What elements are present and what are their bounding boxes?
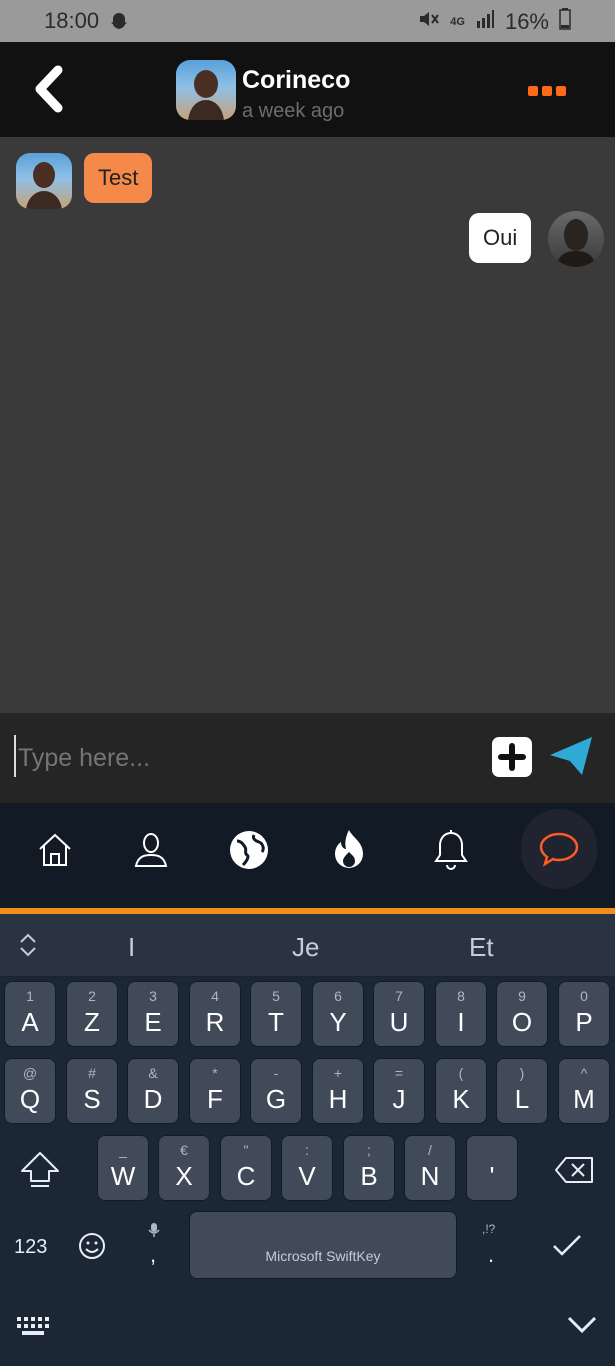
key-i[interactable]: 8I <box>435 981 487 1047</box>
suggestion-2[interactable]: Je <box>292 932 319 963</box>
nav-chat[interactable] <box>534 825 584 875</box>
space-key[interactable]: Microsoft SwiftKey <box>189 1211 457 1279</box>
plus-square-icon <box>498 743 526 771</box>
key-s[interactable]: # S <box>66 1058 118 1124</box>
suggestion-bar: I Je Et <box>0 914 615 977</box>
nav-profile[interactable] <box>126 825 176 875</box>
key-d[interactable]: & D <box>127 1058 179 1124</box>
check-icon <box>553 1235 581 1256</box>
message-input[interactable] <box>16 735 480 781</box>
contact-name: Corineco <box>242 66 351 94</box>
key-k[interactable]: (K <box>435 1058 487 1124</box>
send-button[interactable] <box>548 733 594 779</box>
status-time: 18:00 <box>44 8 100 33</box>
key-a[interactable]: 1A <box>4 981 56 1047</box>
key-x[interactable]: € X <box>158 1135 210 1201</box>
key-apostrophe[interactable]: ' <box>466 1135 518 1201</box>
key-t[interactable]: 5T <box>250 981 302 1047</box>
snapchat-icon <box>108 11 130 39</box>
shift-key[interactable] <box>14 1145 66 1195</box>
battery-text: 16% <box>504 9 549 34</box>
globe-icon <box>230 831 268 869</box>
key-z[interactable]: 2Z <box>66 981 118 1047</box>
signal-icon <box>475 9 495 35</box>
nav-hot[interactable] <box>324 825 374 875</box>
message-bubble-received[interactable]: Test <box>84 153 153 203</box>
network-type: 4G <box>450 16 465 28</box>
enter-key[interactable] <box>550 1230 584 1265</box>
numbers-key[interactable]: 123 <box>14 1236 47 1259</box>
chat-icon <box>539 832 579 867</box>
hide-keyboard-button[interactable] <box>566 1312 598 1341</box>
mic-comma-key[interactable]: , <box>140 1222 168 1272</box>
nav-notifications[interactable] <box>426 825 476 875</box>
shift-icon <box>21 1152 59 1187</box>
bell-icon <box>434 830 468 870</box>
message-bubble-sent[interactable]: Oui <box>469 213 532 263</box>
key-e[interactable]: 3E <box>127 981 179 1047</box>
expand-toolbar-icon[interactable] <box>18 932 38 963</box>
chevron-down-icon <box>567 1316 597 1334</box>
sender-avatar <box>16 153 72 209</box>
space-brand-label: Microsoft SwiftKey <box>265 1248 381 1264</box>
key-g[interactable]: -G <box>250 1058 302 1124</box>
key-h[interactable]: + H <box>312 1058 364 1124</box>
message-input-bar <box>0 713 615 803</box>
key-j[interactable]: = J <box>373 1058 425 1124</box>
battery-icon <box>559 8 571 36</box>
bottom-nav <box>0 803 615 908</box>
key-o[interactable]: 9O <box>496 981 548 1047</box>
chat-area: Test Oui <box>0 137 615 713</box>
home-icon <box>39 833 71 866</box>
more-dots-icon[interactable] <box>528 86 566 96</box>
nav-explore[interactable] <box>224 825 274 875</box>
emoji-icon <box>79 1233 105 1259</box>
key-u[interactable]: 7U <box>373 981 425 1047</box>
suggestion-1[interactable]: I <box>128 932 135 963</box>
chevron-left-icon <box>35 65 63 113</box>
chat-header: Corineco a week ago <box>0 42 615 137</box>
key-l[interactable]: ) L <box>496 1058 548 1124</box>
keyboard-icon <box>17 1317 49 1335</box>
punct-hint: ,!? <box>482 1222 496 1236</box>
key-n[interactable]: / N <box>404 1135 456 1201</box>
key-v[interactable]: :V <box>281 1135 333 1201</box>
key-r[interactable]: 4R <box>189 981 241 1047</box>
key-y[interactable]: 6Y <box>312 981 364 1047</box>
emoji-key[interactable] <box>78 1232 106 1265</box>
mic-icon <box>148 1223 160 1237</box>
last-seen: a week ago <box>242 100 345 122</box>
back-button[interactable] <box>30 64 70 114</box>
add-attachment-button[interactable] <box>492 737 532 777</box>
backspace-key[interactable] <box>552 1150 598 1190</box>
key-p[interactable]: 0P <box>558 981 610 1047</box>
keyboard-switch-button[interactable] <box>16 1314 52 1343</box>
status-bar: 18:00 4G 16% <box>0 0 615 42</box>
key-c[interactable]: " C <box>220 1135 272 1201</box>
key-q[interactable]: @ Q <box>4 1058 56 1124</box>
user-avatar <box>548 211 604 267</box>
key-w[interactable]: _ W <box>97 1135 149 1201</box>
mute-icon <box>418 9 440 35</box>
nav-home[interactable] <box>30 825 80 875</box>
profile-icon <box>134 833 168 867</box>
suggestion-3[interactable]: Et <box>469 932 494 963</box>
period-key[interactable]: ,!? . <box>478 1222 508 1272</box>
comma-label: , <box>150 1242 157 1267</box>
send-icon <box>550 737 592 775</box>
key-b[interactable]: ; B <box>343 1135 395 1201</box>
key-f[interactable]: * F <box>189 1058 241 1124</box>
period-label: . <box>488 1242 495 1267</box>
backspace-icon <box>555 1157 593 1183</box>
key-m[interactable]: ^ M <box>558 1058 610 1124</box>
flame-icon <box>335 830 363 868</box>
contact-avatar[interactable] <box>176 60 236 120</box>
